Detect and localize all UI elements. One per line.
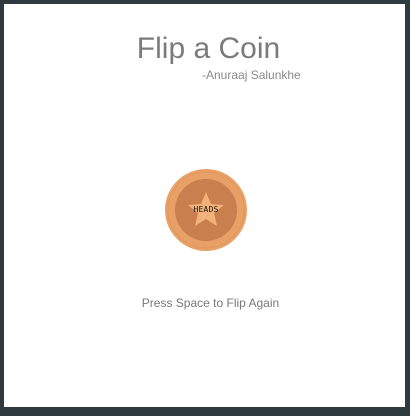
coin[interactable]: HEADS bbox=[164, 168, 248, 252]
author-credit: -Anuraaj Salunkhe bbox=[202, 68, 301, 82]
app-window: Flip a Coin -Anuraaj Salunkhe HEADS Pres… bbox=[4, 4, 405, 407]
page-title: Flip a Coin bbox=[136, 32, 281, 65]
coin-face-label: HEADS bbox=[193, 205, 219, 214]
flip-instruction: Press Space to Flip Again bbox=[141, 296, 280, 310]
window-bottom-border bbox=[0, 407, 410, 416]
